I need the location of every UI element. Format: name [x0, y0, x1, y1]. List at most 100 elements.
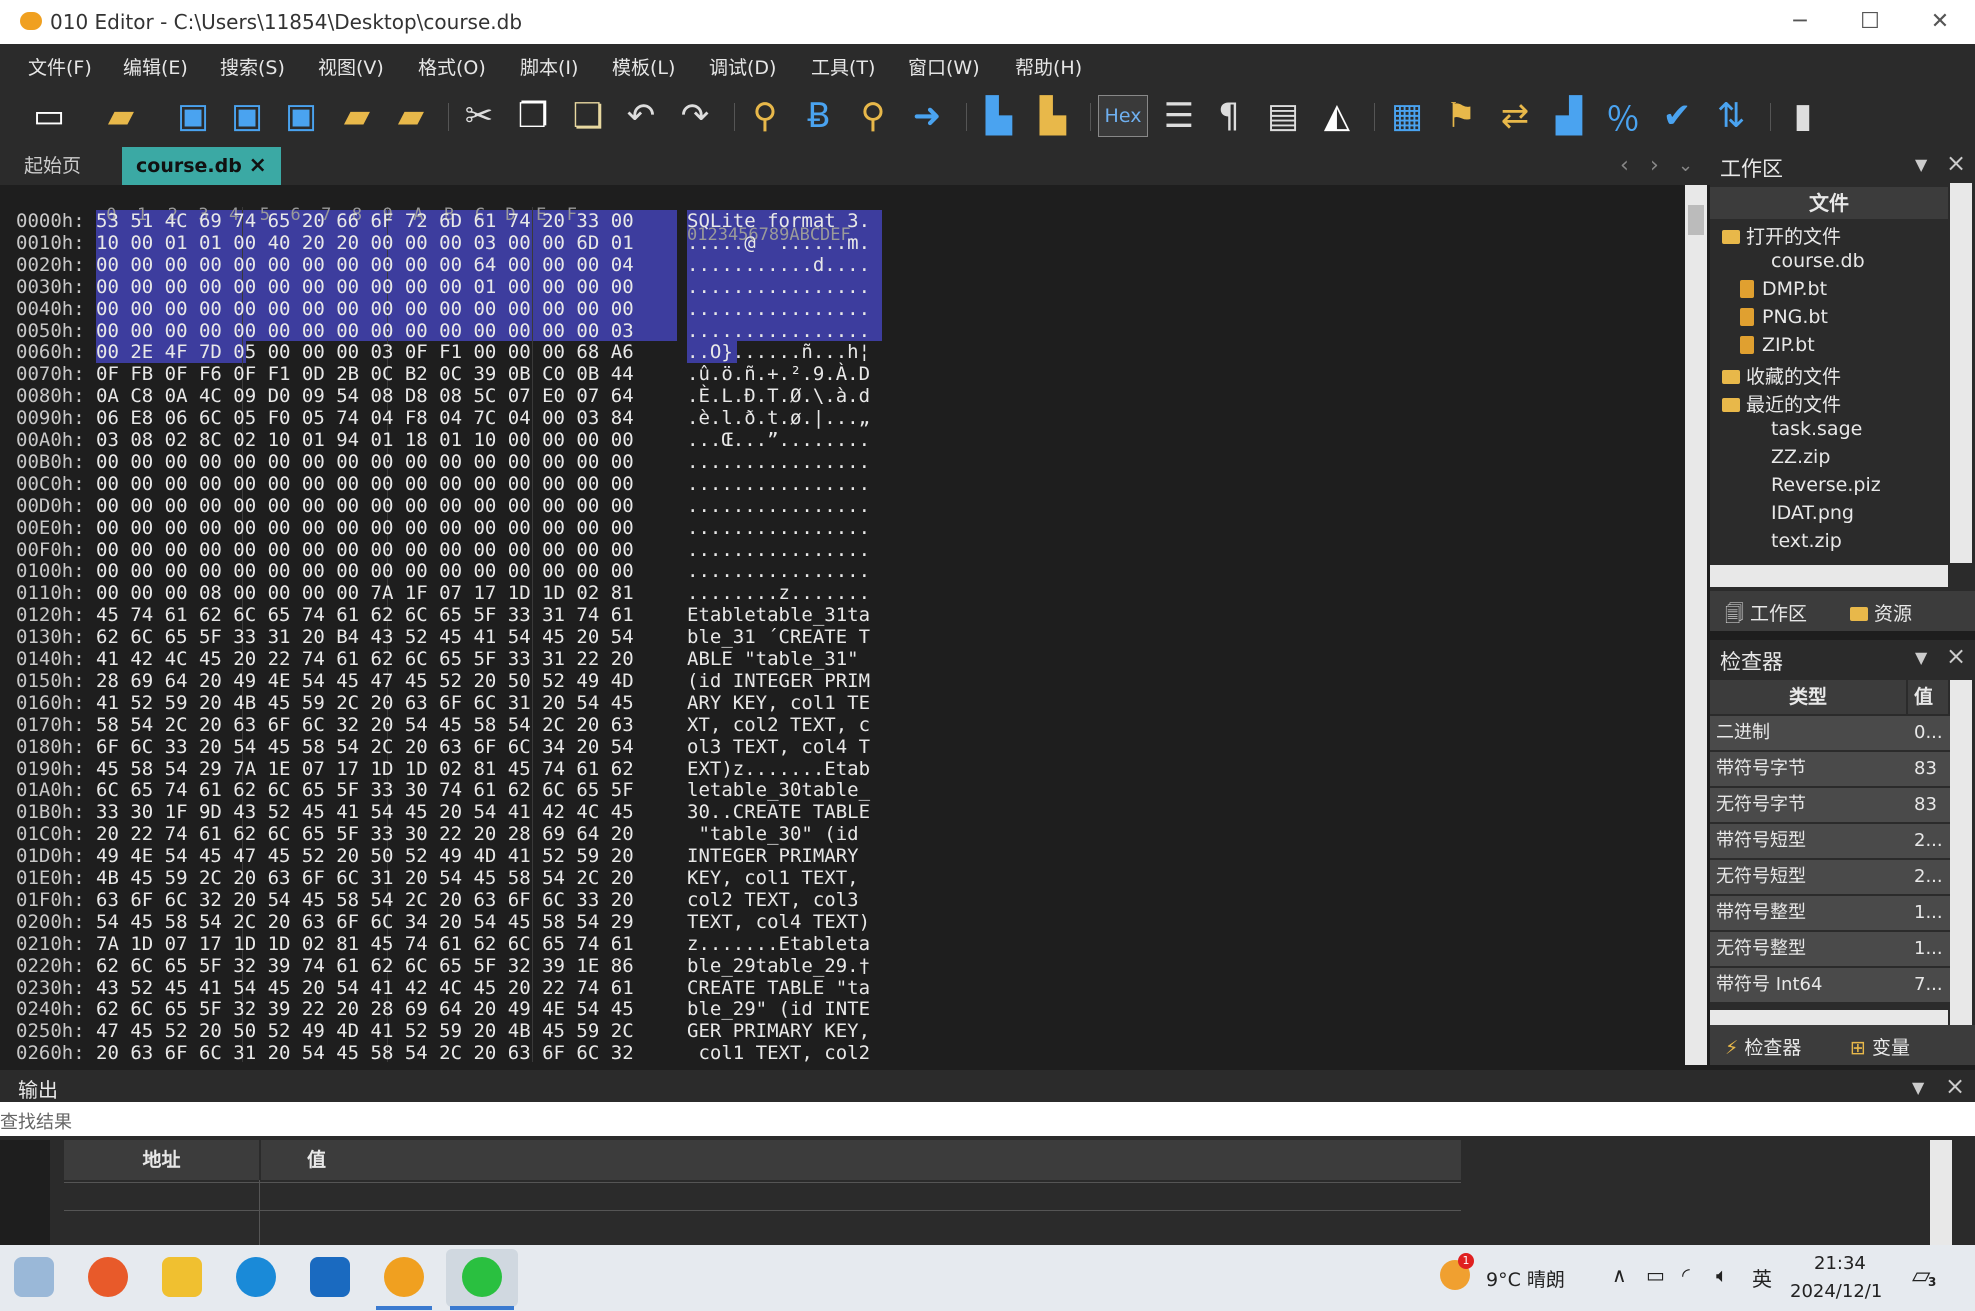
hex-row-bytes[interactable]: 00 00 00 08 00 00 00 00 7A 1F 07 17 1D 1… — [96, 582, 634, 604]
hex-row-bytes[interactable]: 41 52 59 20 4B 45 59 2C 20 63 6F 6C 31 2… — [96, 692, 634, 714]
open-files-node[interactable]: 打开的文件 — [1722, 222, 1841, 249]
hex-row-ascii[interactable]: .û.ö.ñ.+.².9.À.D — [687, 363, 870, 385]
open-folder-2-icon[interactable]: ▰ — [334, 93, 380, 139]
hex-row-ascii[interactable]: ABLE "table_31" — [687, 648, 870, 670]
hex-row-bytes[interactable]: 00 00 00 00 00 00 00 00 00 00 00 00 00 0… — [96, 473, 634, 495]
base-convert-icon[interactable]: ⇅ — [1708, 93, 1754, 139]
recent-file-item[interactable]: task.sage — [1771, 418, 1862, 440]
hex-row-bytes[interactable]: 58 54 2C 20 63 6F 6C 32 20 54 45 58 54 2… — [96, 714, 634, 736]
menu-window[interactable]: 窗口(W) — [908, 53, 980, 80]
workspace-menu-icon[interactable]: ▼ — [1915, 155, 1927, 174]
tab-resources[interactable]: 资源 — [1850, 599, 1912, 626]
replace-icon[interactable]: Ƀ — [796, 93, 842, 139]
favorites-node[interactable]: 收藏的文件 — [1722, 362, 1841, 389]
find-in-files-icon[interactable]: ⚲ — [850, 93, 896, 139]
hex-row-ascii[interactable]: "table_30" (id — [687, 823, 870, 845]
inspector-row-type[interactable]: 带符号短型 — [1710, 824, 1912, 858]
hex-row-bytes[interactable]: 00 00 00 00 00 00 00 00 00 00 00 64 00 0… — [96, 254, 634, 276]
inspector-row-type[interactable]: 无符号整型 — [1710, 932, 1912, 966]
hex-editor[interactable]: 0 1 2 3 4 5 6 7 8 9 A B C D E F 01234567… — [10, 185, 1685, 1065]
hex-row-ascii[interactable]: (id INTEGER PRIM — [687, 670, 870, 692]
hex-row-ascii[interactable]: XT, col2 TEXT, c — [687, 714, 870, 736]
hex-row-bytes[interactable]: 03 08 02 8C 02 10 01 94 01 18 01 10 00 0… — [96, 429, 634, 451]
inspector-col-value[interactable]: 值 — [1908, 680, 1948, 714]
hex-row-ascii[interactable]: SQLite format 3. — [687, 210, 870, 232]
hex-row-bytes[interactable]: 45 74 61 62 6C 65 74 61 62 6C 65 5F 33 3… — [96, 604, 634, 626]
inspector-row-value[interactable]: 1... — [1908, 932, 1954, 966]
start-icon[interactable] — [14, 1257, 54, 1297]
open-file-item[interactable]: DMP.bt — [1740, 278, 1827, 300]
hex-row-ascii[interactable]: ........z....... — [687, 582, 870, 604]
inspector-row-value[interactable]: 7... — [1908, 968, 1954, 1002]
hex-row-bytes[interactable]: 41 42 4C 45 20 22 74 61 62 6C 65 5F 33 3… — [96, 648, 634, 670]
menu-help[interactable]: 帮助(H) — [1015, 53, 1082, 80]
cut-icon[interactable]: ✂ — [456, 93, 502, 139]
maximize-button[interactable]: ☐ — [1845, 4, 1895, 40]
close-tab-icon[interactable]: × — [248, 153, 266, 178]
hex-row-ascii[interactable]: CREATE TABLE "ta — [687, 977, 870, 999]
hex-row-bytes[interactable]: 62 6C 65 5F 33 31 20 B4 43 52 45 41 54 4… — [96, 626, 634, 648]
hex-row-bytes[interactable]: 63 6F 6C 32 20 54 45 58 54 2C 20 63 6F 6… — [96, 889, 634, 911]
more-toolbar-icon[interactable]: ▮ — [1780, 93, 1826, 139]
tab-inspector[interactable]: ⚡ 检查器 — [1725, 1033, 1801, 1060]
hex-row-ascii[interactable]: ble_29table_29.† — [687, 955, 870, 977]
hex-mode-button[interactable]: Hex — [1098, 95, 1148, 137]
recent-node[interactable]: 最近的文件 — [1722, 390, 1841, 417]
hex-row-bytes[interactable]: 00 00 00 00 00 00 00 00 00 00 00 00 00 0… — [96, 298, 634, 320]
hex-row-ascii[interactable]: ..O}......ñ...h¦ — [687, 341, 870, 363]
inspector-row-value[interactable]: 83 — [1908, 752, 1954, 786]
hex-row-ascii[interactable]: ................ — [687, 320, 870, 342]
hex-row-bytes[interactable]: 28 69 64 20 49 4E 54 45 47 45 52 20 50 5… — [96, 670, 634, 692]
checksum-icon[interactable]: ✔ — [1654, 93, 1700, 139]
hex-row-bytes[interactable]: 6C 65 74 61 62 6C 65 5F 33 30 74 61 62 6… — [96, 779, 634, 801]
columns-icon[interactable]: ▤ — [1260, 93, 1306, 139]
open-file-item[interactable]: ZIP.bt — [1740, 334, 1815, 356]
menu-file[interactable]: 文件(F) — [28, 53, 92, 80]
hex-row-bytes[interactable]: 00 00 00 00 00 00 00 00 00 00 00 00 00 0… — [96, 539, 634, 561]
inspector-vscroll[interactable] — [1950, 680, 1972, 1030]
tab-start-page[interactable]: 起始页 — [10, 147, 95, 185]
find-col-address[interactable]: 地址 — [64, 1140, 259, 1180]
tab-workspace[interactable]: 🗐 工作区 — [1725, 599, 1807, 632]
battery-icon[interactable]: ▭ — [1646, 1263, 1665, 1287]
hex-row-bytes[interactable]: 0A C8 0A 4C 09 D0 09 54 08 D8 08 5C 07 E… — [96, 385, 634, 407]
recent-file-item[interactable]: ZZ.zip — [1771, 446, 1830, 468]
hex-row-ascii[interactable]: KEY, col1 TEXT, — [687, 867, 870, 889]
hex-row-bytes[interactable]: 00 00 00 00 00 00 00 00 00 00 00 00 00 0… — [96, 320, 634, 342]
hex-row-ascii[interactable]: ................ — [687, 517, 870, 539]
volume-icon[interactable]: 🔈︎ — [1716, 1263, 1728, 1287]
hex-row-ascii[interactable]: GER PRIMARY KEY, — [687, 1020, 870, 1042]
hex-row-ascii[interactable]: TEXT, col4 TEXT) — [687, 911, 870, 933]
menu-view[interactable]: 视图(V) — [318, 53, 384, 80]
inspector-col-type[interactable]: 类型 — [1710, 680, 1906, 714]
hex-row-bytes[interactable]: 20 22 74 61 62 6C 65 5F 33 30 22 20 28 6… — [96, 823, 634, 845]
output-close-icon[interactable]: × — [1945, 1072, 1965, 1100]
hex-row-bytes[interactable]: 06 E8 06 6C 05 F0 05 74 04 F8 04 7C 04 0… — [96, 407, 634, 429]
hex-row-bytes[interactable]: 43 52 45 41 54 45 20 54 41 42 4C 45 20 2… — [96, 977, 634, 999]
tab-course-db[interactable]: course.db × — [122, 147, 281, 185]
workspace-hscroll[interactable] — [1710, 565, 1948, 587]
open-file-item[interactable]: course.db — [1771, 250, 1865, 272]
hex-row-ascii[interactable]: ................ — [687, 473, 870, 495]
inspector-row-value[interactable]: 2... — [1908, 860, 1954, 894]
hex-row-bytes[interactable]: 0F FB 0F F6 0F F1 0D 2B 0C B2 0C 39 0B C… — [96, 363, 634, 385]
hex-row-bytes[interactable]: 00 2E 4F 7D 05 00 00 00 03 0F F1 00 00 0… — [96, 341, 634, 363]
weather-text[interactable]: 9°C 晴朗 — [1486, 1265, 1565, 1292]
hex-row-ascii[interactable]: ................ — [687, 276, 870, 298]
hex-row-bytes[interactable]: 00 00 00 00 00 00 00 00 00 00 00 00 00 0… — [96, 560, 634, 582]
hex-row-bytes[interactable]: 33 30 1F 9D 43 52 45 41 54 45 20 54 41 4… — [96, 801, 634, 823]
calculator-icon[interactable]: ▦ — [1384, 93, 1430, 139]
hex-row-bytes[interactable]: 4B 45 59 2C 20 63 6F 6C 31 20 54 45 58 5… — [96, 867, 634, 889]
find-col-value[interactable]: 值 — [261, 1140, 1461, 1180]
inspector-close-icon[interactable]: × — [1946, 642, 1966, 670]
firefox-icon[interactable] — [88, 1257, 128, 1297]
recent-file-item[interactable]: text.zip — [1771, 530, 1842, 552]
save-all-icon[interactable]: ▣ — [278, 93, 324, 139]
output-menu-icon[interactable]: ▼ — [1912, 1078, 1924, 1097]
wifi-icon[interactable]: ◜ — [1682, 1263, 1690, 1287]
menu-template[interactable]: 模板(L) — [612, 53, 675, 80]
menu-script[interactable]: 脚本(I) — [520, 53, 578, 80]
hex-row-ascii[interactable]: ................ — [687, 560, 870, 582]
inspector-row-type[interactable]: 带符号字节 — [1710, 752, 1912, 786]
hex-row-bytes[interactable]: 6F 6C 33 20 54 45 58 54 2C 20 63 6F 6C 3… — [96, 736, 634, 758]
